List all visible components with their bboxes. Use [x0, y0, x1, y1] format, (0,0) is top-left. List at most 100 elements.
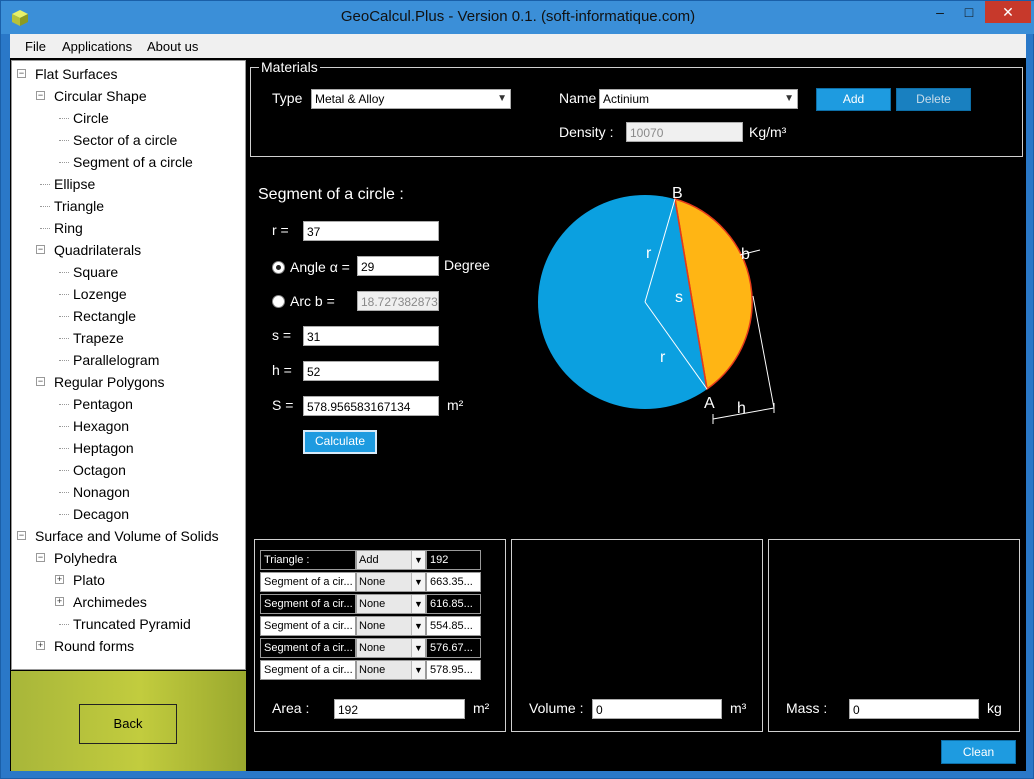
tree-item-label: Octagon [73, 462, 126, 478]
tree-item-triangle[interactable]: Triangle [12, 195, 245, 217]
grid-shape-cell[interactable]: Segment of a cir... [260, 572, 356, 592]
tree-item-flat-surfaces[interactable]: − Flat Surfaces [12, 63, 245, 85]
materials-legend: Materials [259, 59, 320, 75]
grid-shape-cell[interactable]: Segment of a cir... [260, 594, 356, 614]
maximize-button[interactable]: □ [956, 1, 982, 23]
tree-item-label: Circular Shape [54, 88, 147, 104]
tree-item-round-forms[interactable]: + Round forms [12, 635, 245, 657]
tree-item-heptagon[interactable]: Heptagon [12, 437, 245, 459]
tree-item-circular-shape[interactable]: − Circular Shape [12, 85, 245, 107]
tree-item-nonagon[interactable]: Nonagon [12, 481, 245, 503]
tree-item-label: Parallelogram [73, 352, 160, 368]
tree-connector [59, 492, 69, 493]
angle-radio[interactable] [272, 261, 285, 274]
mass-unit: kg [987, 700, 1002, 716]
name-combo[interactable]: Actinium ▼ [599, 89, 798, 109]
tree-item-label: Rectangle [73, 308, 137, 324]
grid-operation-value: None [359, 642, 386, 654]
tree-item-label: Truncated Pyramid [73, 616, 191, 632]
arc-radio[interactable] [272, 295, 285, 308]
back-button[interactable]: Back [79, 704, 177, 744]
collapse-icon[interactable]: − [36, 91, 45, 100]
calculate-button[interactable]: Calculate [303, 430, 377, 454]
angle-field[interactable]: 29 [357, 256, 439, 276]
collapse-icon[interactable]: − [36, 245, 45, 254]
tree-connector [59, 294, 69, 295]
collapse-icon[interactable]: − [36, 377, 45, 386]
tree-item-ring[interactable]: Ring [12, 217, 245, 239]
grid-shape-cell[interactable]: Segment of a cir... [260, 638, 356, 658]
grid-operation-combo[interactable]: Add ▼ [356, 550, 426, 570]
area-s-field[interactable]: 578.956583167134 [303, 396, 439, 416]
collapse-icon[interactable]: − [17, 69, 26, 78]
collapse-icon[interactable]: − [36, 553, 45, 562]
volume-total-field[interactable]: 0 [592, 699, 722, 719]
menu-applications[interactable]: Applications [62, 39, 132, 54]
expand-icon[interactable]: + [55, 575, 64, 584]
grid-value-cell[interactable]: 616.85... [426, 594, 481, 614]
grid-operation-combo[interactable]: None ▼ [356, 572, 426, 592]
tree-item-label: Archimedes [73, 594, 147, 610]
tree-item-decagon[interactable]: Decagon [12, 503, 245, 525]
menu-file[interactable]: File [25, 39, 46, 54]
grid-shape-cell[interactable]: Segment of a cir... [260, 660, 356, 680]
radius-upper-label: r [646, 245, 652, 262]
delete-material-button[interactable]: Delete [896, 88, 971, 111]
tree-item-segment-of-a-circle[interactable]: Segment of a circle [12, 151, 245, 173]
grid-value-cell[interactable]: 663.35... [426, 572, 481, 592]
tree-item-circle[interactable]: Circle [12, 107, 245, 129]
grid-value-cell[interactable]: 554.85... [426, 616, 481, 636]
tree-item-hexagon[interactable]: Hexagon [12, 415, 245, 437]
tree-item-quadrilaterals[interactable]: − Quadrilaterals [12, 239, 245, 261]
tree-item-regular-polygons[interactable]: − Regular Polygons [12, 371, 245, 393]
expand-icon[interactable]: + [55, 597, 64, 606]
mass-total-field[interactable]: 0 [849, 699, 979, 719]
grid-shape-cell[interactable]: Triangle : [260, 550, 356, 570]
tree-item-archimedes[interactable]: + Archimedes [12, 591, 245, 613]
volume-unit: m³ [730, 700, 747, 716]
grid-shape-cell[interactable]: Segment of a cir... [260, 616, 356, 636]
add-material-button[interactable]: Add [816, 88, 891, 111]
tree-item-parallelogram[interactable]: Parallelogram [12, 349, 245, 371]
tree-item-lozenge[interactable]: Lozenge [12, 283, 245, 305]
shape-tree[interactable]: − Flat Surfaces − Circular Shape Circle Secto… [11, 60, 246, 670]
tree-item-ellipse[interactable]: Ellipse [12, 173, 245, 195]
tree-item-pentagon[interactable]: Pentagon [12, 393, 245, 415]
tree-item-rectangle[interactable]: Rectangle [12, 305, 245, 327]
collapse-icon[interactable]: − [17, 531, 26, 540]
grid-operation-combo[interactable]: None ▼ [356, 594, 426, 614]
r-field[interactable]: 37 [303, 221, 439, 241]
tree-item-sector-of-a-circle[interactable]: Sector of a circle [12, 129, 245, 151]
clean-button[interactable]: Clean [941, 740, 1016, 764]
minimize-button[interactable]: – [927, 1, 953, 23]
grid-operation-value: None [359, 576, 386, 588]
grid-operation-combo[interactable]: None ▼ [356, 638, 426, 658]
grid-value-cell[interactable]: 192 [426, 550, 481, 570]
tree-item-label: Nonagon [73, 484, 130, 500]
chevron-down-icon: ▼ [411, 617, 425, 635]
s-field[interactable]: 31 [303, 326, 439, 346]
chord-label: s [675, 289, 683, 306]
tree-item-octagon[interactable]: Octagon [12, 459, 245, 481]
tree-item-truncated-pyramid[interactable]: Truncated Pyramid [12, 613, 245, 635]
close-button[interactable]: ✕ [985, 1, 1031, 23]
tree-item-polyhedra[interactable]: − Polyhedra [12, 547, 245, 569]
grid-operation-combo[interactable]: None ▼ [356, 616, 426, 636]
area-total-field[interactable]: 192 [334, 699, 465, 719]
h-field[interactable]: 52 [303, 361, 439, 381]
tree-item-square[interactable]: Square [12, 261, 245, 283]
tree-item-plato[interactable]: + Plato [12, 569, 245, 591]
expand-icon[interactable]: + [36, 641, 45, 650]
density-field[interactable]: 10070 [626, 122, 743, 142]
menu-about-us[interactable]: About us [147, 39, 198, 54]
title-bar[interactable]: GeoCalcul.Plus - Version 0.1. (soft-info… [1, 1, 1034, 34]
tree-item-label: Surface and Volume of Solids [35, 528, 219, 544]
grid-value-cell[interactable]: 578.95... [426, 660, 481, 680]
tree-item-surface-and-volume-of-solids[interactable]: − Surface and Volume of Solids [12, 525, 245, 547]
grid-value-cell[interactable]: 576.67... [426, 638, 481, 658]
mass-panel: Mass : 0 kg [768, 539, 1020, 732]
grid-operation-combo[interactable]: None ▼ [356, 660, 426, 680]
tree-item-trapeze[interactable]: Trapeze [12, 327, 245, 349]
type-combo[interactable]: Metal & Alloy ▼ [311, 89, 511, 109]
arc-field[interactable]: 18.7273828738 [357, 291, 439, 311]
